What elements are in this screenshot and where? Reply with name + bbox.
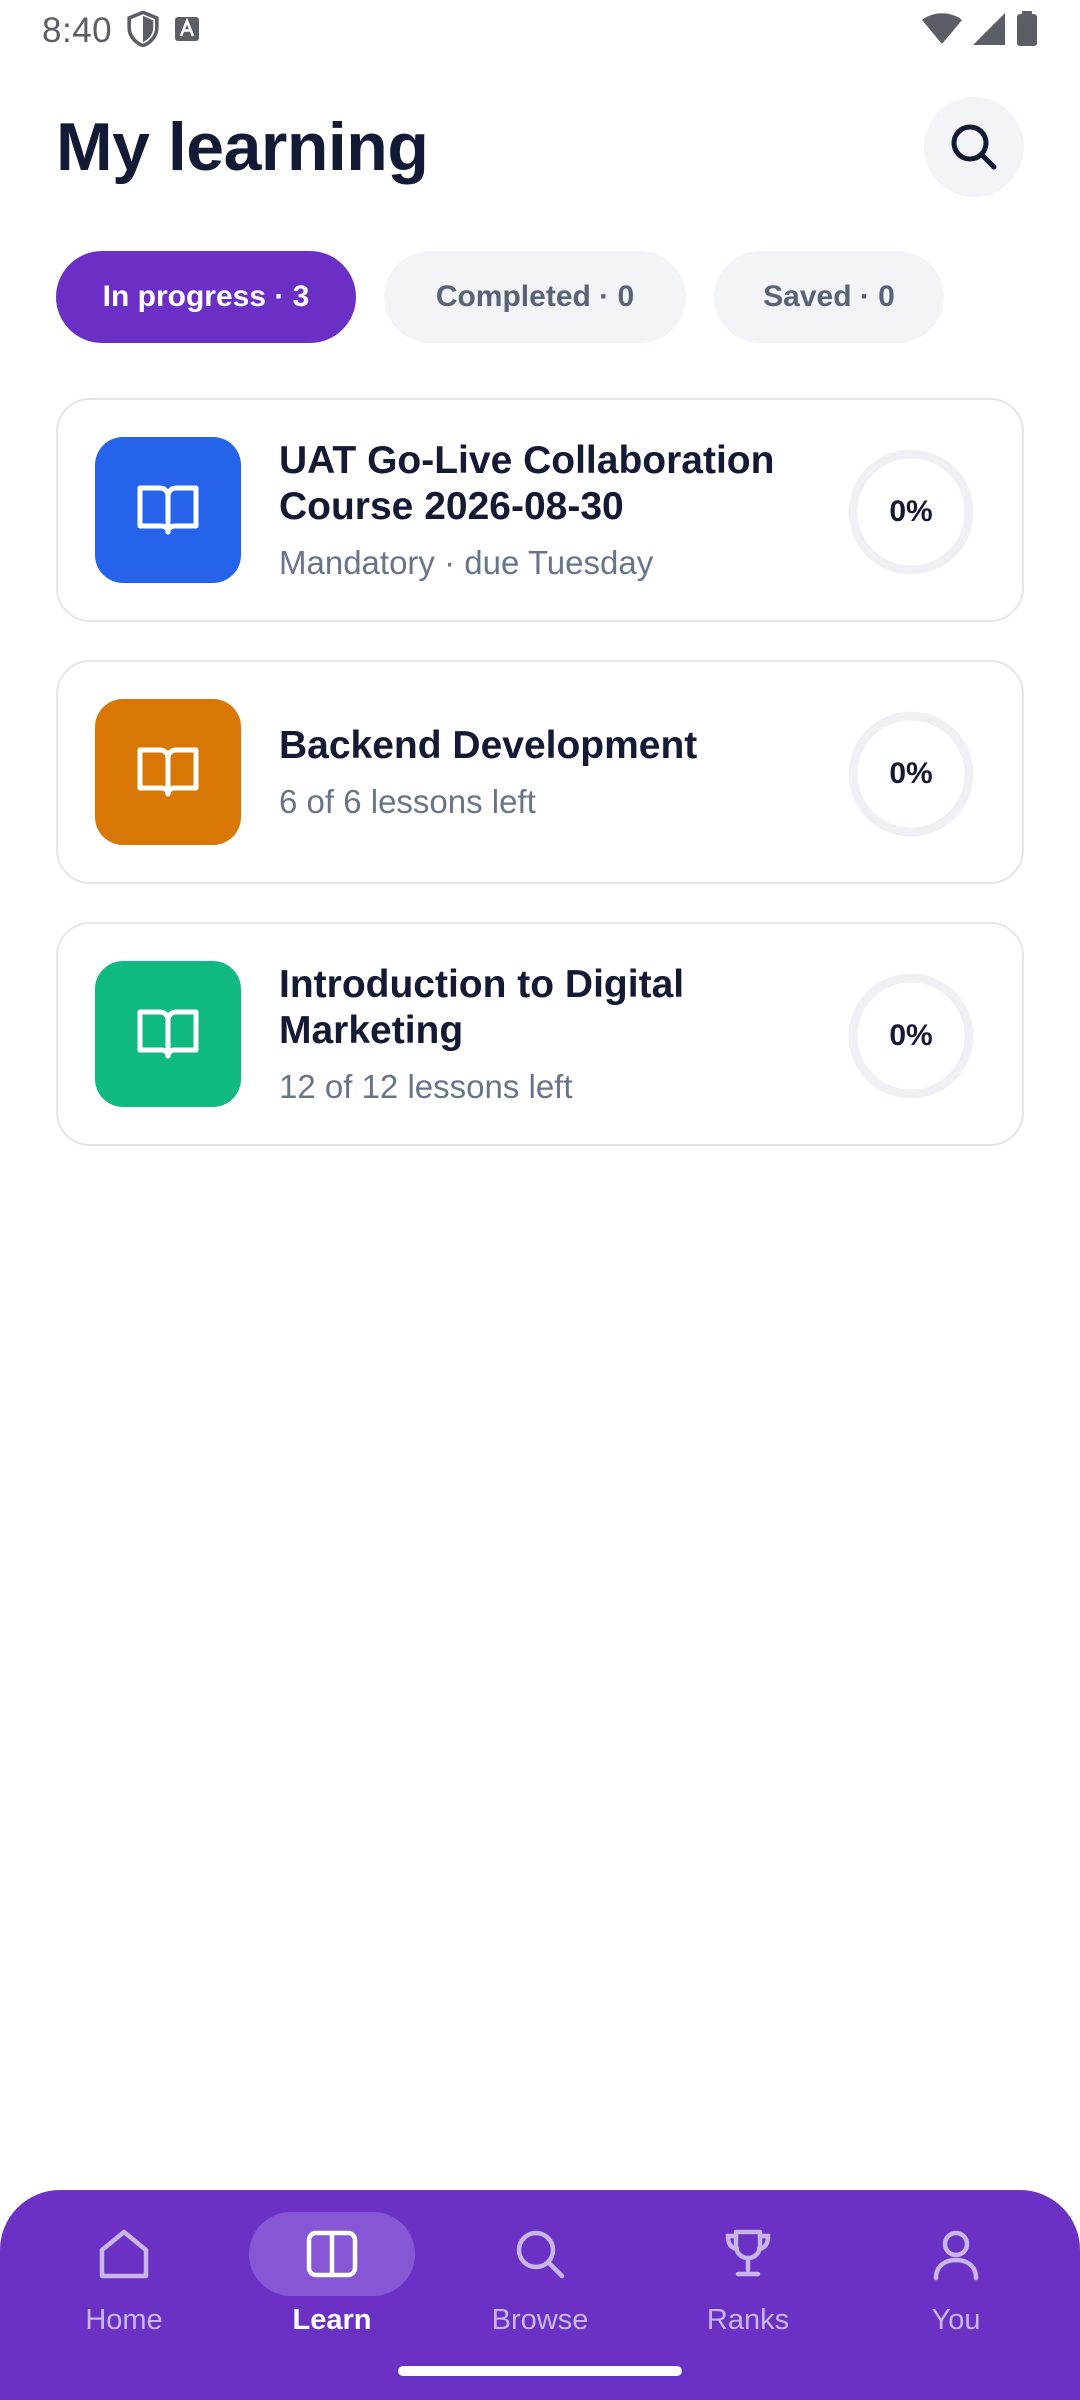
status-bar: 8:40: [0, 0, 1080, 62]
nav-home[interactable]: Home: [34, 2190, 214, 2350]
nav-label: Browse: [491, 2304, 589, 2336]
nav-label: You: [931, 2304, 981, 2336]
course-icon-tile: [95, 437, 241, 583]
font-a-icon: [174, 16, 200, 47]
book-open-icon: [137, 1009, 199, 1059]
progress-ring: 0%: [847, 710, 975, 838]
status-time: 8:40: [42, 11, 113, 50]
course-text: Introduction to Digital Marketing 12 of …: [279, 962, 812, 1106]
nav-ranks[interactable]: Ranks: [658, 2190, 838, 2350]
search-button[interactable]: [924, 97, 1024, 197]
wifi-icon: [922, 12, 962, 50]
course-text: UAT Go-Live Collaboration Course 2026-08…: [279, 438, 812, 582]
nav-browse[interactable]: Browse: [450, 2190, 630, 2350]
home-icon: [99, 2229, 149, 2279]
tab-completed[interactable]: Completed · 0: [384, 251, 686, 343]
page-title: My learning: [56, 109, 429, 185]
bottom-nav: Home Learn Browse Ranks You: [0, 2190, 1080, 2400]
progress-percent: 0%: [889, 757, 933, 790]
filter-tabs: In progress · 3 Completed · 0 Saved · 0: [56, 251, 944, 343]
course-card[interactable]: Introduction to Digital Marketing 12 of …: [56, 922, 1024, 1146]
progress-percent: 0%: [889, 495, 933, 528]
nav-label: Ranks: [706, 2304, 790, 2336]
home-indicator[interactable]: [398, 2366, 682, 2376]
search-icon: [951, 124, 997, 170]
signal-icon: [972, 12, 1006, 51]
progress-ring: 0%: [847, 448, 975, 576]
course-title: Introduction to Digital Marketing: [279, 963, 685, 1052]
my-learning-screen: 8:40 My learning In progress · 3 Complet…: [0, 0, 1080, 2400]
course-icon-tile: [95, 699, 241, 845]
course-meta: 12 of 12 lessons left: [279, 1068, 573, 1105]
nav-label: Learn: [292, 2304, 372, 2336]
course-title: Backend Development: [279, 724, 698, 767]
nav-you[interactable]: You: [866, 2190, 1046, 2350]
book-open-icon: [137, 485, 199, 535]
course-title: UAT Go-Live Collaboration Course 2026-08…: [279, 439, 775, 528]
user-icon: [933, 2230, 979, 2281]
nav-learn[interactable]: Learn: [242, 2190, 422, 2350]
course-meta: Mandatory · due Tuesday: [279, 544, 654, 581]
battery-icon: [1016, 10, 1038, 52]
course-text: Backend Development 6 of 6 lessons left: [279, 723, 812, 821]
progress-percent: 0%: [889, 1019, 933, 1052]
nav-label: Home: [85, 2304, 163, 2336]
progress-ring: 0%: [847, 972, 975, 1100]
header: My learning: [56, 92, 1024, 202]
tab-in-progress[interactable]: In progress · 3: [56, 251, 356, 343]
shield-icon: [126, 9, 160, 52]
learn-book-icon: [306, 2230, 358, 2278]
course-meta: 6 of 6 lessons left: [279, 783, 536, 820]
trophy-icon: [725, 2229, 771, 2277]
course-card[interactable]: UAT Go-Live Collaboration Course 2026-08…: [56, 398, 1024, 622]
course-icon-tile: [95, 961, 241, 1107]
search-icon: [516, 2230, 565, 2279]
book-open-icon: [137, 747, 199, 797]
course-card[interactable]: Backend Development 6 of 6 lessons left …: [56, 660, 1024, 884]
tab-saved[interactable]: Saved · 0: [714, 251, 944, 343]
